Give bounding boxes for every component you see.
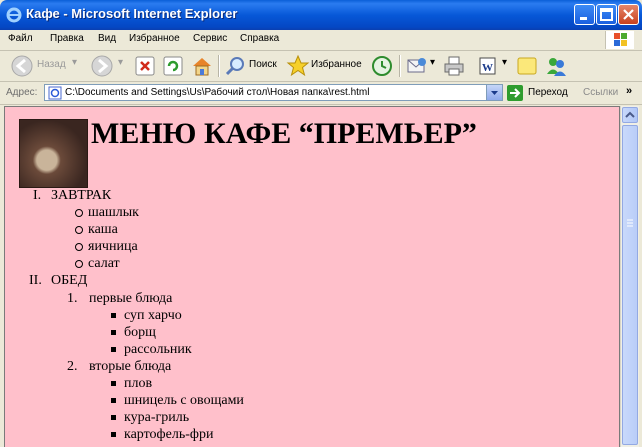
page-content: МЕНЮ КАФЕ “ПРЕМЬЕР” I. ЗАВТРАК шашлык ка… bbox=[4, 106, 620, 447]
address-bar: Адрес: C:\Documents and Settings\Us\Рабо… bbox=[0, 82, 642, 105]
bullet-square bbox=[111, 330, 116, 335]
history-icon[interactable] bbox=[370, 54, 394, 78]
go-arrow-icon[interactable] bbox=[507, 85, 523, 101]
edit-dropdown-icon[interactable]: ▾ bbox=[502, 57, 507, 68]
mail-dropdown-icon[interactable]: ▾ bbox=[430, 57, 435, 68]
list-item: борщ bbox=[124, 325, 156, 340]
forward-icon[interactable] bbox=[90, 54, 114, 78]
messenger-icon[interactable] bbox=[544, 54, 568, 78]
address-label: Адрес: bbox=[6, 87, 38, 98]
close-button[interactable] bbox=[618, 4, 639, 25]
bullet-square bbox=[111, 398, 116, 403]
windows-logo-icon bbox=[605, 31, 634, 49]
list-item: каша bbox=[88, 222, 118, 237]
menu-bar: Файл Правка Вид Избранное Сервис Справка bbox=[0, 30, 642, 51]
address-dropdown-icon[interactable] bbox=[486, 85, 502, 100]
maximize-button[interactable] bbox=[596, 4, 617, 25]
window-title: Кафе - Microsoft Internet Explorer bbox=[26, 6, 238, 21]
mail-icon[interactable] bbox=[405, 54, 429, 78]
links-chevron-icon[interactable]: » bbox=[626, 85, 632, 97]
menu-favorites[interactable]: Избранное bbox=[129, 33, 180, 44]
svg-text:W: W bbox=[482, 62, 493, 74]
scroll-up-button[interactable] bbox=[622, 107, 638, 123]
group-marker: 1. bbox=[67, 291, 78, 306]
group-title-second-courses: вторые блюда bbox=[89, 359, 172, 374]
bullet-square bbox=[111, 432, 116, 437]
menu-view[interactable]: Вид bbox=[98, 33, 116, 44]
list-item: рассольник bbox=[124, 342, 192, 357]
vertical-scrollbar[interactable] bbox=[620, 106, 639, 447]
menu-file[interactable]: Файл bbox=[8, 33, 33, 44]
page-heading: МЕНЮ КАФЕ “ПРЕМЬЕР” bbox=[91, 117, 477, 150]
list-item: шашлык bbox=[88, 205, 139, 220]
menu-tools[interactable]: Сервис bbox=[193, 33, 227, 44]
list-item: суп харчо bbox=[124, 308, 182, 323]
scroll-thumb[interactable] bbox=[622, 125, 638, 445]
bullet-square bbox=[111, 313, 116, 318]
cafe-image bbox=[19, 119, 88, 188]
print-icon[interactable] bbox=[442, 54, 466, 78]
bullet-square bbox=[111, 415, 116, 420]
refresh-icon[interactable] bbox=[162, 54, 184, 78]
section-title-lunch: ОБЕД bbox=[51, 273, 88, 288]
list-item: яичница bbox=[88, 239, 138, 254]
title-bar[interactable]: Кафе - Microsoft Internet Explorer bbox=[0, 0, 642, 30]
back-icon[interactable] bbox=[10, 54, 34, 78]
list-item: картофель-фри bbox=[124, 427, 214, 442]
list-item: кура-гриль bbox=[124, 410, 190, 425]
toolbar-divider bbox=[218, 55, 220, 77]
toolbar-divider bbox=[399, 55, 401, 77]
minimize-button[interactable] bbox=[574, 4, 595, 25]
section-title-breakfast: ЗАВТРАК bbox=[51, 188, 112, 203]
page-icon bbox=[48, 86, 62, 100]
bullet-circle bbox=[75, 209, 83, 217]
home-icon[interactable] bbox=[190, 54, 214, 78]
toolbar: Назад ▾ ▾ Поиск Избранное ▾ W ▾ bbox=[0, 51, 642, 82]
browser-window: Кафе - Microsoft Internet Explorer Файл … bbox=[0, 0, 642, 447]
list-item: плов bbox=[124, 376, 153, 391]
group-marker: 2. bbox=[67, 359, 78, 374]
menu-help[interactable]: Справка bbox=[240, 33, 279, 44]
search-label[interactable]: Поиск bbox=[249, 59, 277, 70]
forward-dropdown-icon[interactable]: ▾ bbox=[118, 57, 123, 68]
favorites-label[interactable]: Избранное bbox=[311, 59, 362, 70]
stop-icon[interactable] bbox=[134, 54, 156, 78]
ie-logo-icon bbox=[6, 7, 22, 23]
go-button[interactable]: Переход bbox=[528, 87, 568, 98]
back-dropdown-icon[interactable]: ▾ bbox=[72, 57, 77, 68]
address-input[interactable]: C:\Documents and Settings\Us\Рабочий сто… bbox=[44, 84, 503, 101]
back-label[interactable]: Назад bbox=[37, 59, 66, 70]
favorites-star-icon[interactable] bbox=[286, 54, 310, 78]
bullet-circle bbox=[75, 226, 83, 234]
list-item: салат bbox=[88, 256, 120, 271]
links-label[interactable]: Ссылки bbox=[583, 87, 618, 98]
word-edit-icon[interactable]: W bbox=[476, 54, 500, 78]
bullet-circle bbox=[75, 243, 83, 251]
search-icon[interactable] bbox=[223, 54, 247, 78]
bullet-square bbox=[111, 347, 116, 352]
address-value[interactable]: C:\Documents and Settings\Us\Рабочий сто… bbox=[65, 87, 369, 98]
list-item: шницель с овощами bbox=[124, 393, 244, 408]
bullet-square bbox=[111, 381, 116, 386]
section-marker: I. bbox=[33, 188, 42, 203]
group-title-first-courses: первые блюда bbox=[89, 291, 173, 306]
menu-edit[interactable]: Правка bbox=[50, 33, 84, 44]
discuss-icon[interactable] bbox=[516, 54, 538, 78]
bullet-circle bbox=[75, 260, 83, 268]
section-marker: II. bbox=[29, 273, 42, 288]
